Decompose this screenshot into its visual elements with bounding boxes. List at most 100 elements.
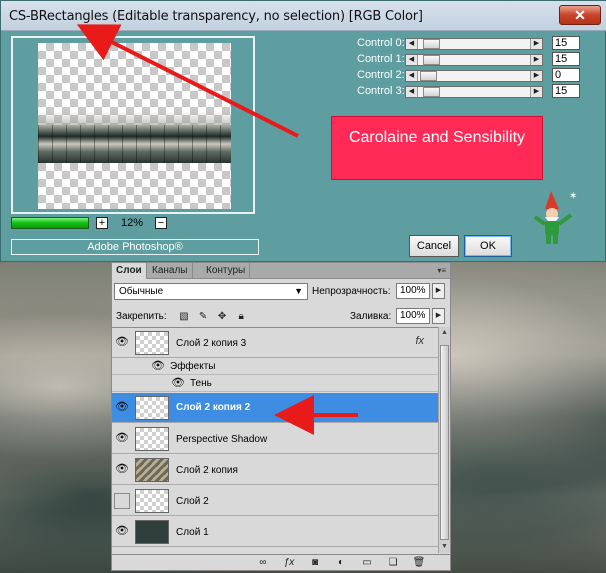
layer-name: Слой 2 копия 3 bbox=[176, 338, 247, 349]
visibility-toggle-off[interactable] bbox=[114, 493, 130, 509]
scroll-thumb[interactable] bbox=[440, 345, 449, 540]
scroll-up-icon[interactable]: ▲ bbox=[439, 327, 450, 339]
zoom-in-button[interactable]: + bbox=[96, 217, 108, 229]
ok-button[interactable]: OK bbox=[464, 235, 512, 257]
slider-left-arrow-icon[interactable]: ◀ bbox=[406, 87, 418, 97]
slider-thumb[interactable] bbox=[423, 55, 440, 65]
control-1-row: Control 1: ◀ ▶ 15 bbox=[357, 52, 597, 67]
dialog-title: CS-BRectangles (Editable transparency, n… bbox=[9, 9, 423, 24]
adjustment-icon[interactable]: ◐ bbox=[334, 556, 348, 570]
slider-right-arrow-icon[interactable]: ▶ bbox=[530, 87, 542, 97]
control-2-value[interactable]: 0 bbox=[552, 68, 580, 82]
fill-label: Заливка: bbox=[350, 311, 392, 322]
layer-row[interactable]: 👁︎ Слой 2 копия 3 fx bbox=[112, 328, 438, 358]
control-3-row: Control 3: ◀ ▶ 15 bbox=[357, 84, 597, 99]
opacity-label: Непрозрачность: bbox=[312, 286, 391, 297]
preview-rectangles bbox=[38, 125, 231, 163]
adobe-photoshop-label: Adobe Photoshop® bbox=[11, 239, 259, 255]
progress-bar bbox=[11, 217, 89, 229]
cancel-button[interactable]: Cancel bbox=[409, 235, 459, 257]
slider-left-arrow-icon[interactable]: ◀ bbox=[406, 71, 418, 81]
tab-channels[interactable]: Каналы bbox=[148, 263, 193, 279]
preview-canvas[interactable] bbox=[38, 43, 231, 209]
control-3-value[interactable]: 15 bbox=[552, 84, 580, 98]
slider-right-arrow-icon[interactable]: ▶ bbox=[530, 55, 542, 65]
fill-stepper-icon[interactable]: ▶ bbox=[432, 308, 445, 324]
close-button[interactable]: ✕ bbox=[559, 5, 601, 25]
layer-row[interactable]: 👁︎ Perspective Shadow bbox=[112, 424, 438, 454]
effects-label: Эффекты bbox=[170, 361, 216, 372]
lock-transparency-icon[interactable]: ▧ bbox=[178, 311, 190, 323]
control-2-label: Control 2: bbox=[357, 69, 405, 81]
opacity-stepper-icon[interactable]: ▶ bbox=[432, 283, 445, 299]
scroll-down-icon[interactable]: ▼ bbox=[439, 541, 450, 553]
layers-list: 👁︎ Слой 2 копия 3 fx 👁︎ Эффекты 👁︎ Тень … bbox=[112, 327, 450, 553]
folder-icon[interactable]: ▭ bbox=[360, 556, 374, 570]
panel-tabs: Слои Каналы Контуры ▾≡ bbox=[112, 263, 450, 279]
control-2-slider[interactable]: ◀ ▶ bbox=[405, 70, 543, 82]
opacity-input[interactable]: 100% bbox=[396, 283, 430, 299]
fill-input[interactable]: 100% bbox=[396, 308, 430, 324]
trash-icon[interactable]: 🗑︎ bbox=[412, 556, 426, 570]
slider-thumb[interactable] bbox=[420, 71, 437, 81]
tab-paths[interactable]: Контуры bbox=[202, 263, 251, 279]
layer-thumbnail bbox=[135, 458, 169, 482]
lock-icon[interactable]: 🔒︎ bbox=[235, 311, 247, 323]
layer-name: Слой 2 копия bbox=[176, 465, 238, 476]
layer-thumbnail bbox=[135, 427, 169, 451]
layer-row-selected[interactable]: 👁︎ Слой 2 копия 2 bbox=[112, 393, 438, 423]
control-2-row: Control 2: ◀ ▶ 0 bbox=[357, 68, 597, 83]
fx-icon[interactable]: fx bbox=[415, 335, 424, 347]
eye-icon[interactable]: 👁︎ bbox=[114, 524, 130, 540]
slider-thumb[interactable] bbox=[423, 39, 440, 49]
lock-label: Закрепить: bbox=[116, 311, 167, 322]
shadow-effect-row[interactable]: 👁︎ Тень bbox=[112, 375, 438, 392]
move-icon[interactable]: ✥ bbox=[216, 311, 228, 323]
control-0-value[interactable]: 15 bbox=[552, 36, 580, 50]
slider-left-arrow-icon[interactable]: ◀ bbox=[406, 55, 418, 65]
link-icon[interactable]: ∞ bbox=[256, 556, 270, 570]
slider-left-arrow-icon[interactable]: ◀ bbox=[406, 39, 418, 49]
control-0-slider[interactable]: ◀ ▶ bbox=[405, 38, 543, 50]
layer-row[interactable]: Слой 2 bbox=[112, 486, 438, 516]
tab-layers[interactable]: Слои bbox=[112, 263, 147, 279]
layer-name: Слой 2 копия 2 bbox=[176, 402, 251, 413]
control-0-label: Control 0: bbox=[357, 37, 405, 49]
control-3-slider[interactable]: ◀ ▶ bbox=[405, 86, 543, 98]
shadow-effect-label: Тень bbox=[190, 378, 212, 389]
dialog-titlebar: CS-BRectangles (Editable transparency, n… bbox=[1, 1, 606, 31]
brush-icon[interactable]: ✎ bbox=[197, 311, 209, 323]
zoom-level: 12% bbox=[121, 217, 144, 229]
slider-right-arrow-icon[interactable]: ▶ bbox=[530, 39, 542, 49]
layer-name: Perspective Shadow bbox=[176, 434, 268, 445]
eye-icon[interactable]: 👁︎ bbox=[114, 431, 130, 447]
layer-thumbnail bbox=[135, 396, 169, 420]
blend-mode-select[interactable]: Обычные ▼ bbox=[114, 283, 308, 300]
callout-banner: Carolaine and Sensibility bbox=[331, 116, 543, 180]
slider-thumb[interactable] bbox=[423, 87, 440, 97]
layer-thumbnail bbox=[135, 520, 169, 544]
control-1-slider[interactable]: ◀ ▶ bbox=[405, 54, 543, 66]
layer-row[interactable]: 👁︎ Слой 2 копия bbox=[112, 455, 438, 485]
layers-scrollbar[interactable]: ▲ ▼ bbox=[438, 327, 450, 553]
mask-icon[interactable]: ◙ bbox=[308, 556, 322, 570]
control-3-label: Control 3: bbox=[357, 85, 405, 97]
zoom-out-button[interactable]: − bbox=[155, 217, 167, 229]
eye-icon[interactable]: 👁︎ bbox=[114, 335, 130, 351]
control-1-label: Control 1: bbox=[357, 53, 405, 65]
preview-frame bbox=[11, 36, 255, 214]
eye-icon[interactable]: 👁︎ bbox=[170, 376, 186, 392]
new-layer-icon[interactable]: ❏ bbox=[386, 556, 400, 570]
preview-band-highlight bbox=[38, 111, 231, 125]
eye-icon[interactable]: 👁︎ bbox=[114, 462, 130, 478]
eye-icon[interactable]: 👁︎ bbox=[150, 359, 166, 375]
slider-right-arrow-icon[interactable]: ▶ bbox=[530, 71, 542, 81]
layer-row[interactable]: 👁︎ Слой 1 bbox=[112, 517, 438, 547]
fx-icon[interactable]: ƒx bbox=[282, 556, 296, 570]
gnome-mascot-icon: ✶ bbox=[533, 191, 577, 244]
panel-menu-icon[interactable]: ▾≡ bbox=[437, 263, 446, 278]
eye-icon[interactable]: 👁︎ bbox=[114, 400, 130, 416]
control-1-value[interactable]: 15 bbox=[552, 52, 580, 66]
blend-mode-value: Обычные bbox=[119, 286, 164, 297]
effects-row[interactable]: 👁︎ Эффекты bbox=[112, 358, 438, 375]
